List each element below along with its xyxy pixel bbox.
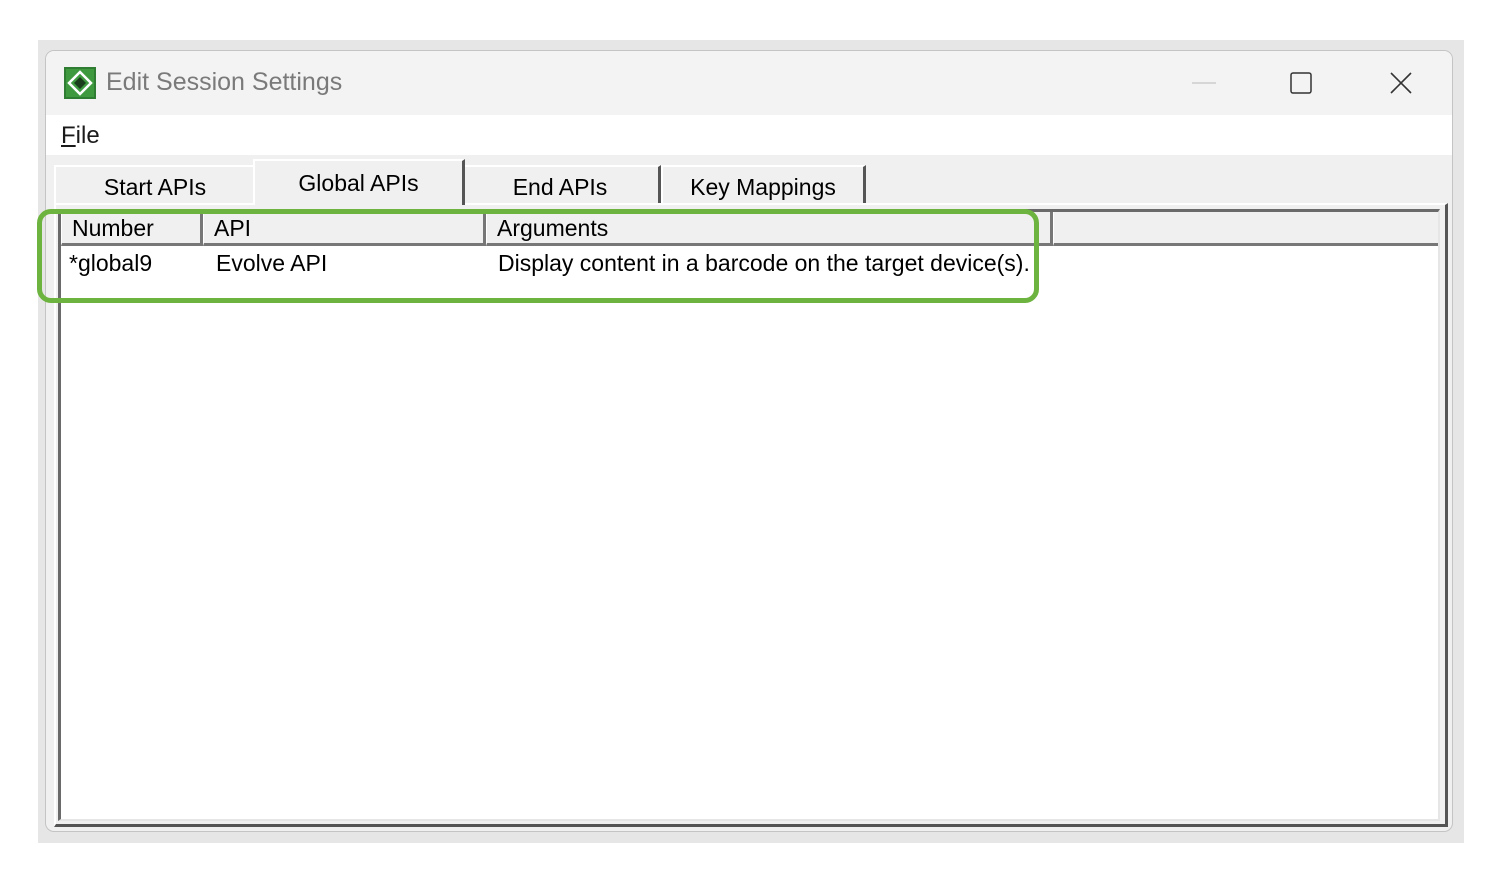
column-header-blank[interactable] xyxy=(1053,212,1438,246)
menu-file-mnemonic: F xyxy=(61,122,76,149)
column-header-number[interactable]: Number xyxy=(61,212,203,246)
cell-api: Evolve API xyxy=(216,250,328,276)
tab-label: Start APIs xyxy=(103,173,207,200)
close-icon xyxy=(1390,72,1412,94)
tab-key-mappings[interactable]: Key Mappings xyxy=(661,165,866,207)
menu-file[interactable]: File xyxy=(61,122,100,150)
tab-label: End APIs xyxy=(512,173,608,200)
maximize-icon xyxy=(1290,72,1312,94)
api-list-view[interactable]: Number API Arguments *global9 Evolve API… xyxy=(58,209,1440,821)
window-title: Edit Session Settings xyxy=(106,68,343,96)
column-header-label: API xyxy=(214,215,252,241)
close-button[interactable] xyxy=(1351,59,1451,107)
edit-session-settings-window: Edit Session Settings File Start APIs Gl… xyxy=(45,50,1453,832)
minimize-icon xyxy=(1192,82,1216,84)
cell-arguments: Display content in a barcode on the targ… xyxy=(498,250,1030,276)
minimize-button[interactable] xyxy=(1154,59,1254,107)
column-header-arguments[interactable]: Arguments xyxy=(486,212,1053,246)
tab-label: Global APIs xyxy=(298,169,419,196)
column-header-api[interactable]: API xyxy=(203,212,486,246)
cell-number: *global9 xyxy=(69,250,153,276)
app-diamond-icon xyxy=(64,67,96,99)
column-header-label: Arguments xyxy=(497,215,609,241)
tab-label: Key Mappings xyxy=(690,173,836,200)
tab-global-apis[interactable]: Global APIs xyxy=(253,159,465,205)
tab-end-apis[interactable]: End APIs xyxy=(462,165,661,207)
tab-start-apis[interactable]: Start APIs xyxy=(54,165,254,207)
menu-bar: File xyxy=(46,115,1452,155)
menu-file-label: ile xyxy=(75,122,100,149)
maximize-button[interactable] xyxy=(1251,59,1351,107)
title-bar[interactable]: Edit Session Settings xyxy=(46,51,1452,115)
column-header-label: Number xyxy=(72,215,154,241)
